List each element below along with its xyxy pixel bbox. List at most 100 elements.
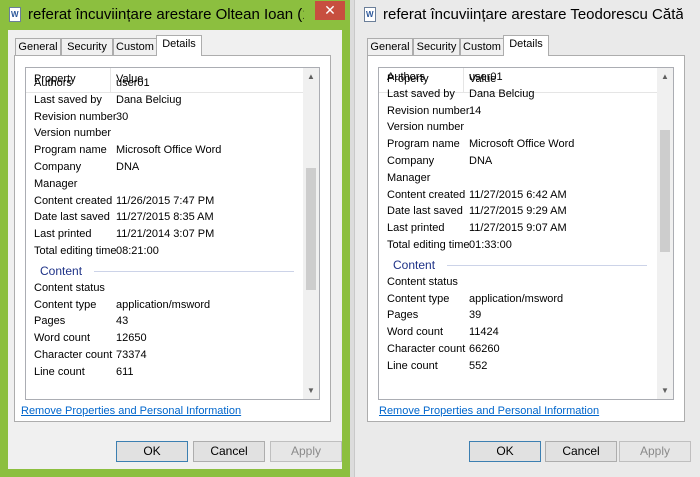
property-value: DNA: [469, 154, 493, 167]
properties-list[interactable]: Property Value Authors user01 Last saved b…: [25, 67, 320, 400]
property-name: Program name: [34, 144, 107, 157]
tab-details[interactable]: Details: [156, 35, 202, 56]
property-name: Content created: [34, 194, 113, 207]
scroll-thumb[interactable]: [660, 130, 670, 252]
list-item[interactable]: Pages 43: [26, 314, 304, 331]
cancel-button[interactable]: Cancel: [545, 441, 617, 462]
list-item[interactable]: Content type application/msword: [26, 298, 304, 315]
section-divider: [447, 264, 647, 266]
list-item[interactable]: Last printed 11/21/2014 3:07 PM: [26, 227, 304, 244]
list-item[interactable]: Last saved by Dana Belciug: [379, 87, 657, 104]
vertical-scrollbar[interactable]: ▲ ▼: [657, 68, 673, 399]
property-value: 30: [116, 110, 129, 123]
tab-custom[interactable]: Custom: [113, 38, 157, 55]
scroll-thumb[interactable]: [306, 168, 316, 290]
property-name: Last saved by: [387, 87, 455, 100]
list-item[interactable]: Company DNA: [26, 160, 304, 177]
list-item[interactable]: Date last saved 11/27/2015 8:35 AM: [26, 210, 304, 227]
list-item[interactable]: Total editing time 01:33:00: [379, 238, 657, 255]
close-button[interactable]: ✕: [315, 1, 345, 20]
list-item[interactable]: Content created 11/26/2015 7:47 PM: [26, 194, 304, 211]
list-item[interactable]: Revision number 30: [26, 110, 304, 127]
apply-button[interactable]: Apply: [619, 441, 691, 462]
remove-properties-link[interactable]: Remove Properties and Personal Informati…: [379, 405, 599, 417]
list-item[interactable]: Line count 611: [26, 365, 304, 382]
property-value: 14: [469, 104, 482, 117]
section-header-content: Content: [26, 261, 304, 281]
property-name: Pages: [34, 315, 66, 328]
vertical-scrollbar[interactable]: ▲ ▼: [303, 68, 319, 399]
properties-list[interactable]: Property Value Authors user01 Last saved b…: [378, 67, 674, 400]
property-value: 611: [116, 365, 134, 378]
scroll-down-arrow-icon[interactable]: ▼: [303, 382, 319, 399]
list-item[interactable]: Company DNA: [379, 154, 657, 171]
list-item[interactable]: Content created 11/27/2015 6:42 AM: [379, 188, 657, 205]
ok-button[interactable]: OK: [116, 441, 188, 462]
scroll-up-arrow-icon[interactable]: ▲: [303, 68, 319, 85]
property-value: 11/27/2015 6:42 AM: [469, 188, 567, 201]
property-name: Last printed: [387, 222, 445, 235]
list-item[interactable]: Pages 39: [379, 308, 657, 325]
list-item[interactable]: Word count 12650: [26, 331, 304, 348]
property-name: Word count: [34, 332, 91, 345]
list-item[interactable]: Content type application/msword: [379, 292, 657, 309]
title-bar[interactable]: referat încuviințare arestare Teodorescu…: [355, 0, 700, 30]
property-value: 43: [116, 315, 129, 328]
property-name: Manager: [34, 177, 78, 190]
property-value: 11/21/2014 3:07 PM: [116, 228, 215, 241]
list-item[interactable]: Authors user01: [379, 70, 657, 87]
tab-custom[interactable]: Custom: [460, 38, 504, 55]
apply-button[interactable]: Apply: [270, 441, 342, 462]
property-name: Date last saved: [387, 205, 463, 218]
tab-security[interactable]: Security: [413, 38, 460, 55]
list-item[interactable]: Program name Microsoft Office Word: [26, 143, 304, 160]
property-name: Last saved by: [34, 93, 102, 106]
property-value: DNA: [116, 160, 140, 173]
list-item[interactable]: Date last saved 11/27/2015 9:29 AM: [379, 204, 657, 221]
property-value: application/msword: [116, 298, 211, 311]
list-item[interactable]: Last saved by Dana Belciug: [26, 93, 304, 110]
list-item[interactable]: Character count 66260: [379, 342, 657, 359]
property-name: Revision number: [387, 104, 470, 117]
properties-rows: Authors user01 Last saved by Dana Belciug Re…: [26, 76, 304, 382]
scroll-up-arrow-icon[interactable]: ▲: [657, 68, 673, 85]
tab-security[interactable]: Security: [61, 38, 113, 55]
list-item[interactable]: Version number: [26, 126, 304, 143]
list-item[interactable]: Manager: [26, 177, 304, 194]
list-item[interactable]: Revision number 14: [379, 104, 657, 121]
tab-details[interactable]: Details: [503, 35, 549, 56]
tab-general[interactable]: General: [367, 38, 413, 55]
tab-general[interactable]: General: [15, 38, 61, 55]
ok-button[interactable]: OK: [469, 441, 541, 462]
property-name: Revision number: [34, 110, 117, 123]
section-label: Content: [40, 263, 83, 278]
property-value: 39: [469, 309, 482, 322]
property-name: Program name: [387, 138, 460, 151]
property-value: 12650: [116, 332, 147, 345]
section-header-content: Content: [379, 255, 657, 275]
list-item[interactable]: Version number: [379, 120, 657, 137]
list-item[interactable]: Character count 73374: [26, 348, 304, 365]
property-name: Company: [387, 154, 435, 167]
dialog-client: General Security Custom Details Property…: [8, 30, 342, 469]
property-value: Dana Belciug: [469, 87, 535, 100]
list-item[interactable]: Authors user01: [26, 76, 304, 93]
list-item[interactable]: Word count 11424: [379, 325, 657, 342]
property-name: Character count: [387, 342, 466, 355]
property-value: 73374: [116, 348, 147, 361]
cancel-button[interactable]: Cancel: [193, 441, 265, 462]
title-bar[interactable]: referat încuviințare arestare Oltean Ioa…: [0, 0, 350, 30]
scroll-down-arrow-icon[interactable]: ▼: [657, 382, 673, 399]
remove-properties-link[interactable]: Remove Properties and Personal Informati…: [21, 405, 241, 417]
dialog-client: General Security Custom Details Property…: [355, 30, 700, 477]
list-item[interactable]: Total editing time 08:21:00: [26, 244, 304, 261]
section-label: Content: [393, 257, 436, 272]
list-item[interactable]: Line count 552: [379, 359, 657, 376]
list-item[interactable]: Manager: [379, 171, 657, 188]
property-name: Authors: [387, 71, 425, 83]
list-item[interactable]: Content status: [26, 281, 304, 298]
list-item[interactable]: Last printed 11/27/2015 9:07 AM: [379, 221, 657, 238]
list-item[interactable]: Content status: [379, 275, 657, 292]
property-name: Content type: [387, 292, 450, 305]
list-item[interactable]: Program name Microsoft Office Word: [379, 137, 657, 154]
